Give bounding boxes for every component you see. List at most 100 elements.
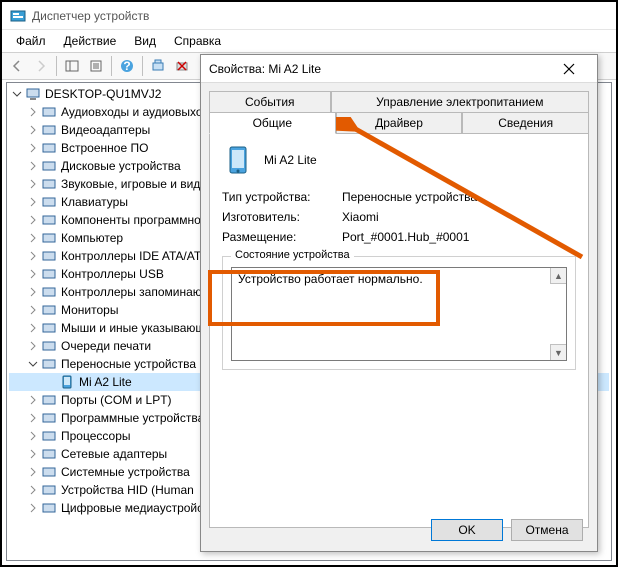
- expand-icon[interactable]: [27, 430, 39, 442]
- category-icon: [41, 212, 57, 228]
- menu-help[interactable]: Справка: [166, 32, 229, 50]
- expand-icon[interactable]: [27, 178, 39, 190]
- expand-icon[interactable]: [27, 448, 39, 460]
- category-icon: [41, 302, 57, 318]
- category-icon: [41, 482, 57, 498]
- close-button[interactable]: [549, 56, 589, 82]
- tree-item-label: Компоненты программного: [61, 213, 212, 227]
- tree-root-label: DESKTOP-QU1MVJ2: [45, 87, 161, 101]
- category-icon: [41, 140, 57, 156]
- tree-item-label: Видеоадаптеры: [61, 123, 150, 137]
- properties-button[interactable]: [85, 55, 107, 77]
- expand-icon[interactable]: [27, 322, 39, 334]
- expand-icon[interactable]: [27, 502, 39, 514]
- expand-icon[interactable]: [27, 466, 39, 478]
- expand-icon[interactable]: [27, 412, 39, 424]
- category-icon: [41, 122, 57, 138]
- tree-item-label: Встроенное ПО: [61, 141, 148, 155]
- show-hide-tree-button[interactable]: [61, 55, 83, 77]
- window-title: Диспетчер устройств: [32, 9, 149, 23]
- expand-icon[interactable]: [27, 340, 39, 352]
- tree-item-label: Звуковые, игровые и видео: [61, 177, 214, 191]
- collapse-icon[interactable]: [11, 88, 23, 100]
- tree-item-label: Очереди печати: [61, 339, 151, 353]
- tab-events[interactable]: События: [209, 91, 331, 113]
- tree-item-label: Цифровые медиаустройства: [61, 501, 222, 515]
- tree-item-label: Программные устройства: [61, 411, 204, 425]
- computer-icon: [25, 86, 41, 102]
- type-label: Тип устройства:: [222, 190, 342, 204]
- ok-button[interactable]: OK: [431, 519, 503, 541]
- dialog-titlebar: Свойства: Mi A2 Lite: [201, 55, 597, 83]
- tree-device-label: Mi A2 Lite: [79, 375, 132, 389]
- mfg-label: Изготовитель:: [222, 210, 342, 224]
- category-icon: [41, 320, 57, 336]
- expand-icon[interactable]: [27, 394, 39, 406]
- tree-item-label: Дисковые устройства: [61, 159, 181, 173]
- mfg-value: Xiaomi: [342, 210, 576, 224]
- tree-item-label: Мониторы: [61, 303, 118, 317]
- category-icon: [41, 446, 57, 462]
- forward-button[interactable]: [30, 55, 52, 77]
- menu-file[interactable]: Файл: [8, 32, 54, 50]
- tree-item-label: Переносные устройства: [61, 357, 196, 371]
- category-icon: [41, 266, 57, 282]
- scroll-down-icon[interactable]: ▼: [550, 344, 566, 360]
- expand-icon[interactable]: [27, 106, 39, 118]
- tab-power[interactable]: Управление электропитанием: [331, 91, 589, 113]
- tree-item-label: Системные устройства: [61, 465, 190, 479]
- category-icon: [41, 176, 57, 192]
- status-textbox[interactable]: Устройство работает нормально. ▲ ▼: [231, 267, 567, 361]
- expand-icon[interactable]: [27, 232, 39, 244]
- tree-item-label: Компьютер: [61, 231, 123, 245]
- category-icon: [41, 410, 57, 426]
- help-button[interactable]: ?: [116, 55, 138, 77]
- expand-icon[interactable]: [27, 214, 39, 226]
- menu-view[interactable]: Вид: [126, 32, 164, 50]
- cancel-button[interactable]: Отмена: [511, 519, 583, 541]
- loc-label: Размещение:: [222, 230, 342, 244]
- tab-strip: События Управление электропитанием Общие…: [209, 91, 589, 528]
- window-titlebar: Диспетчер устройств: [2, 2, 616, 30]
- tab-details[interactable]: Сведения: [462, 112, 589, 134]
- tab-driver[interactable]: Драйвер: [336, 112, 463, 134]
- expand-icon[interactable]: [27, 142, 39, 154]
- properties-dialog: Свойства: Mi A2 Lite События Управление …: [200, 54, 598, 552]
- back-button[interactable]: [6, 55, 28, 77]
- tab-general[interactable]: Общие: [209, 112, 336, 134]
- expand-icon[interactable]: [27, 196, 39, 208]
- tree-item-label: Контроллеры USB: [61, 267, 164, 281]
- status-text: Устройство работает нормально.: [238, 272, 423, 286]
- tree-item-label: Устройства HID (Human: [61, 483, 194, 497]
- expand-icon[interactable]: [27, 286, 39, 298]
- category-icon: [41, 284, 57, 300]
- type-value: Переносные устройства: [342, 190, 576, 204]
- category-icon: [41, 248, 57, 264]
- tree-item-label: Порты (COM и LPT): [61, 393, 172, 407]
- category-icon: [41, 104, 57, 120]
- app-icon: [10, 8, 26, 24]
- device-icon: [222, 144, 254, 176]
- expand-icon[interactable]: [27, 484, 39, 496]
- scroll-up-icon[interactable]: ▲: [550, 268, 566, 284]
- collapse-icon[interactable]: [27, 358, 39, 370]
- expand-icon[interactable]: [27, 250, 39, 262]
- expand-icon[interactable]: [27, 268, 39, 280]
- status-group: Состояние устройства Устройство работает…: [222, 256, 576, 370]
- dialog-title: Свойства: Mi A2 Lite: [209, 62, 549, 76]
- tree-item-label: Мыши и иные указывающие: [61, 321, 219, 335]
- category-icon: [41, 392, 57, 408]
- category-icon: [41, 464, 57, 480]
- category-icon: [41, 230, 57, 246]
- loc-value: Port_#0001.Hub_#0001: [342, 230, 576, 244]
- expand-icon[interactable]: [27, 124, 39, 136]
- uninstall-button[interactable]: [171, 55, 193, 77]
- tree-item-label: Контроллеры IDE ATA/ATAPI: [61, 249, 220, 263]
- category-icon: [41, 356, 57, 372]
- category-icon: [41, 428, 57, 444]
- scan-hardware-button[interactable]: [147, 55, 169, 77]
- menu-action[interactable]: Действие: [56, 32, 125, 50]
- expand-icon[interactable]: [27, 304, 39, 316]
- expand-icon[interactable]: [27, 160, 39, 172]
- tree-item-label: Сетевые адаптеры: [61, 447, 167, 461]
